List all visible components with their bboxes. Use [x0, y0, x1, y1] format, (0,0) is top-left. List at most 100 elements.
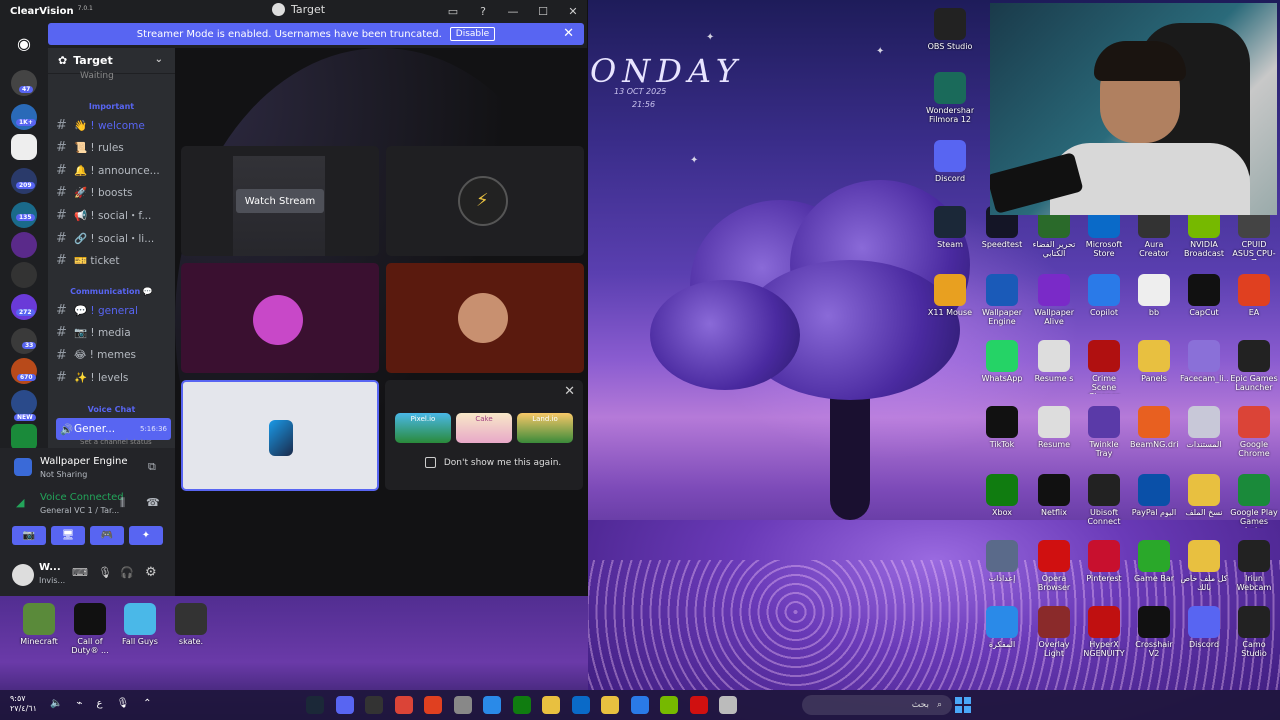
channel-item[interactable]: # 📜 ! rules — [56, 138, 171, 158]
start-button[interactable] — [955, 697, 971, 713]
taskbar-app-icon[interactable] — [335, 696, 354, 714]
taskbar-app-icon[interactable] — [394, 696, 413, 714]
game-controller-icon[interactable]: ⌨ — [72, 566, 88, 579]
taskbar-app-icon[interactable] — [571, 696, 590, 714]
desktop-icon[interactable]: BeamNG.dri... — [1130, 406, 1178, 449]
taskbar-app-icon[interactable] — [689, 696, 708, 714]
channel-item[interactable]: # 📢 ! social・f... — [56, 205, 171, 225]
channel-item[interactable]: # ✨ ! levels — [56, 368, 171, 388]
mic-icon[interactable]: 🎙 — [116, 698, 129, 709]
voice-channel-general[interactable]: 🔊 Gener... 5:16:36 — [56, 418, 171, 440]
camera-toggle-button[interactable]: 📷 — [12, 526, 46, 545]
desktop-icon[interactable]: OBS Studio — [926, 8, 974, 51]
server-icon[interactable] — [11, 262, 37, 288]
server-icon[interactable] — [11, 390, 37, 416]
taskbar-search[interactable]: بحث ⌕ — [802, 695, 952, 715]
inbox-icon[interactable]: ▭ — [438, 0, 468, 22]
title-bar[interactable]: ClearVision 7.0.1 Target ▭ ? — ☐ ✕ — [0, 0, 587, 22]
channel-item[interactable]: # 😂 ! memes — [56, 345, 171, 365]
desktop-icon[interactable]: Steam — [926, 206, 974, 249]
desktop-icon[interactable]: HyperX NGENUITY — [1080, 606, 1128, 658]
taskbar-app-icon[interactable] — [660, 696, 678, 714]
help-icon[interactable]: ? — [468, 0, 498, 22]
clock[interactable]: ٩:٥٧ ٢٧/٤/٦١ — [10, 694, 37, 714]
channel-item[interactable]: # 🎫 ticket — [56, 251, 171, 271]
desktop-icon[interactable]: Game Bar — [1130, 540, 1178, 583]
desktop-icon[interactable]: المستندات — [1180, 406, 1228, 449]
taskbar-app-icon[interactable] — [542, 696, 560, 714]
desktop-icon[interactable]: Discord — [1180, 606, 1228, 649]
server-icon[interactable] — [11, 328, 37, 354]
taskbar-app-icon[interactable] — [424, 696, 442, 714]
share-screen-icon[interactable]: ⧉ — [148, 460, 156, 474]
disconnect-icon[interactable]: ☎ — [146, 496, 160, 509]
desktop-icon[interactable]: Wondershare Filmora 12 — [926, 72, 974, 124]
desktop-icon[interactable]: Resume — [1030, 406, 1078, 449]
server-icon[interactable] — [11, 232, 37, 258]
watch-stream-button[interactable]: Watch Stream — [236, 189, 324, 213]
mic-icon[interactable]: 🎙 — [98, 566, 112, 579]
desktop-icon[interactable]: Fall Guys — [116, 603, 164, 646]
language-indicator[interactable]: ع — [96, 698, 102, 709]
server-icon[interactable] — [11, 424, 37, 450]
desktop-icon[interactable]: X11 Mouse — [926, 274, 974, 317]
desktop-icon[interactable]: Crime Scene Cleaner — [1080, 340, 1128, 394]
server-icon-active[interactable] — [11, 134, 37, 160]
desktop-icon[interactable]: Resume s — [1030, 340, 1078, 383]
desktop-icon[interactable]: Iriun Webcam — [1230, 540, 1278, 592]
desktop-icon[interactable]: EA — [1230, 274, 1278, 317]
taskbar-app-icon[interactable] — [306, 696, 324, 714]
taskbar-app-icon[interactable] — [365, 696, 383, 714]
desktop-icon[interactable]: Camo Studio — [1230, 606, 1278, 658]
desktop-icon[interactable]: المفكرة — [978, 606, 1026, 649]
desktop-icon[interactable]: Copilot — [1080, 274, 1128, 317]
channel-item[interactable]: # 🚀 ! boosts — [56, 183, 171, 203]
desktop-icon[interactable]: Opera Browser — [1030, 540, 1078, 592]
network-icon[interactable]: ⌁ — [76, 698, 82, 709]
dont-show-row[interactable]: Don't show me this again. — [425, 457, 561, 468]
category-important[interactable]: Important — [48, 102, 175, 111]
close-banner-icon[interactable]: ✕ — [563, 26, 574, 41]
promo-game[interactable]: Pixel.io — [395, 413, 451, 443]
channel-item[interactable]: # 🔔 ! announce... — [56, 160, 171, 180]
desktop-icon[interactable]: Call of Duty® ... — [66, 603, 114, 655]
desktop-icon[interactable]: bb — [1130, 274, 1178, 317]
desktop-icon[interactable]: Ubisoft Connect — [1080, 474, 1128, 526]
maximize-button[interactable]: ☐ — [528, 0, 558, 22]
discord-home-icon[interactable]: ◉ — [11, 34, 37, 54]
voice-status-hint[interactable]: Set a channel status — [80, 438, 152, 446]
taskbar-app-icon[interactable] — [719, 696, 737, 714]
category-voice[interactable]: Voice Chat — [48, 405, 175, 414]
taskbar-app-icon[interactable] — [483, 696, 501, 714]
participant-tile[interactable] — [386, 263, 584, 373]
desktop-icon[interactable]: WhatsApp — [978, 340, 1026, 383]
promo-game[interactable]: Cake — [456, 413, 512, 443]
desktop-icon[interactable]: Wallpaper Engine — [978, 274, 1026, 326]
gear-icon[interactable]: ⚙ — [145, 565, 157, 580]
channel-item[interactable]: # 📷 ! media — [56, 323, 171, 343]
desktop-icon[interactable]: Google Chrome — [1230, 406, 1278, 458]
dont-show-checkbox[interactable] — [425, 457, 436, 468]
participant-tile[interactable] — [181, 263, 379, 373]
headphones-icon[interactable]: 🎧 — [120, 566, 134, 579]
close-icon[interactable]: ✕ — [564, 384, 575, 399]
desktop-icon[interactable]: Facecam_li... — [1180, 340, 1228, 383]
desktop-icon[interactable]: Epic Games Launcher — [1230, 340, 1278, 392]
activity-button[interactable]: 🎮 — [90, 526, 124, 545]
soundboard-button[interactable]: ✦ — [129, 526, 163, 545]
desktop-icon[interactable]: Crosshair V2 — [1130, 606, 1178, 658]
channel-item[interactable]: # 👋 ! welcome — [56, 115, 171, 135]
desktop-icon[interactable]: Pinterest — [1080, 540, 1128, 583]
disable-button[interactable]: Disable — [449, 27, 496, 41]
speaker-icon[interactable]: 🔈 — [50, 698, 62, 709]
active-speaker-tile[interactable] — [181, 380, 379, 491]
desktop-icon[interactable]: Minecraft — [15, 603, 63, 646]
desktop-icon[interactable]: Netflix — [1030, 474, 1078, 517]
taskbar-app-icon[interactable] — [601, 696, 619, 714]
server-icon[interactable] — [11, 294, 37, 320]
chevron-up-icon[interactable]: ⌃ — [143, 698, 151, 709]
desktop-icon[interactable]: skate. — [167, 603, 215, 646]
desktop-icon[interactable]: PayPal اليوم — [1130, 474, 1178, 517]
desktop-icon[interactable]: إعدادات — [978, 540, 1026, 583]
desktop-icon[interactable]: Twinkle Tray — [1080, 406, 1128, 458]
